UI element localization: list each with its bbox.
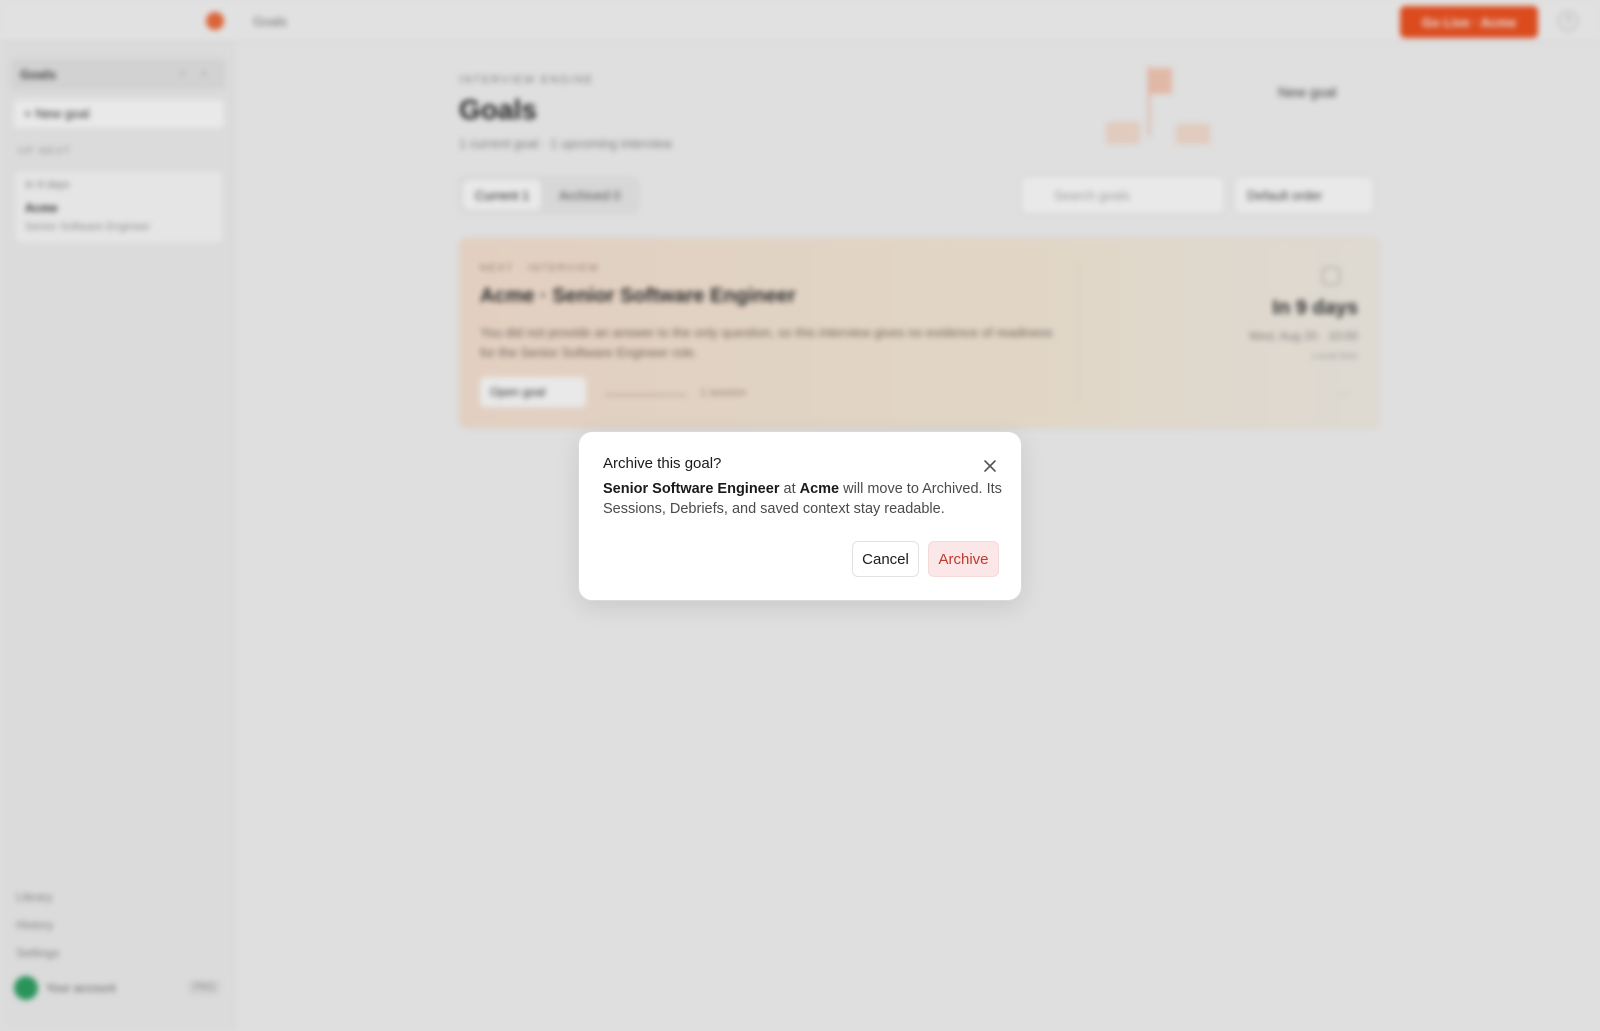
dialog-company: Acme bbox=[799, 481, 840, 497]
dialog-title: Archive this goal? bbox=[603, 455, 722, 472]
dialog-at: at bbox=[783, 481, 796, 497]
cancel-button[interactable]: Cancel bbox=[852, 541, 919, 577]
archive-goal-dialog: Archive this goal? Senior Software Engin… bbox=[578, 431, 1022, 601]
dialog-role: Senior Software Engineer bbox=[603, 481, 780, 497]
archive-button[interactable]: Archive bbox=[928, 541, 999, 577]
dialog-message: Senior Software Engineer at Acme will mo… bbox=[603, 479, 1003, 519]
close-icon[interactable] bbox=[981, 457, 999, 475]
